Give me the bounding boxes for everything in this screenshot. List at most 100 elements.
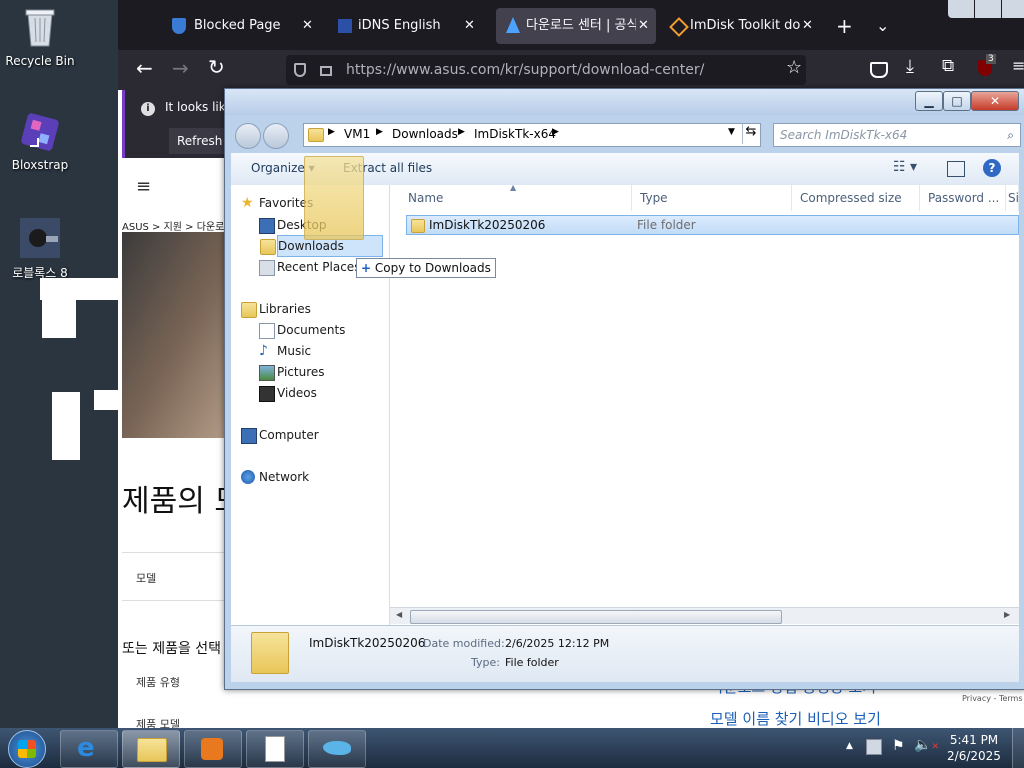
nav-computer[interactable]: Computer (241, 425, 319, 445)
network-tray-icon[interactable] (866, 739, 882, 755)
bookmark-star-icon[interactable]: ☆ (786, 57, 802, 78)
close-icon[interactable]: ✕ (802, 8, 813, 44)
document-icon (265, 736, 285, 762)
taskbar-app-button[interactable] (308, 730, 366, 768)
address-bar[interactable]: ▶ VM1 ▶ Downloads ▶ ImDiskTk-x64 ▶ ▼ ⇆ (303, 123, 761, 147)
extensions-icon[interactable]: ⧉ (942, 56, 954, 76)
tab-idns-english[interactable]: iDNS English ✕ (334, 8, 484, 44)
tab-label: iDNS English (358, 18, 441, 33)
minimize-button[interactable] (948, 0, 974, 18)
organize-label: Organize (251, 161, 305, 175)
tab-blocked-page[interactable]: Blocked Page ✕ (168, 8, 318, 44)
hamburger-icon[interactable]: ≡ (136, 176, 151, 197)
nav-libraries[interactable]: Libraries (241, 299, 311, 319)
desktop-icon-label: Recycle Bin (5, 54, 75, 68)
refresh-icon[interactable]: ⇆ (742, 124, 759, 144)
title-bar[interactable]: ▁ □ ✕ (225, 89, 1024, 115)
nav-videos[interactable]: Videos (259, 383, 317, 403)
search-input[interactable]: Search ImDiskTk-x64 ⌕ (773, 123, 1021, 147)
show-desktop-button[interactable] (1012, 728, 1024, 768)
find-model-link[interactable]: 모델 이름 찾기 비디오 보기 (710, 708, 881, 729)
sort-arrow-icon: ▲ (510, 183, 517, 192)
column-header-size[interactable]: Si (1000, 185, 1019, 211)
close-icon[interactable]: ✕ (464, 8, 475, 44)
volume-muted-icon[interactable]: 🔈✕ (914, 737, 939, 753)
row-name: ImDiskTk20250206 (429, 218, 546, 232)
nav-pictures[interactable]: Pictures (259, 362, 325, 382)
horizontal-scrollbar[interactable]: ◀ ▶ (390, 607, 1019, 624)
close-button[interactable]: ✕ (971, 91, 1019, 111)
forward-button[interactable] (263, 123, 289, 149)
tab-download-center[interactable]: 다운로드 센터 | 공식 ✕ (496, 8, 656, 44)
internet-explorer-icon: e (77, 733, 95, 763)
nav-label: Libraries (259, 302, 311, 316)
flag-icon[interactable]: ⚑ (892, 738, 905, 754)
close-button[interactable] (1002, 0, 1024, 18)
address-segment[interactable]: ImDiskTk-x64 (474, 127, 556, 141)
new-tab-button[interactable]: + (836, 8, 856, 44)
tab-list-button[interactable]: ⌄ (876, 8, 896, 44)
desktop-icon-roblox[interactable]: 로블록스 8 (0, 216, 80, 281)
nav-music[interactable]: ♪ Music (259, 341, 311, 361)
maximize-button[interactable]: □ (943, 91, 971, 111)
diamond-icon (669, 17, 689, 37)
recaptcha-privacy[interactable]: Privacy - Terms (962, 694, 1023, 703)
address-segment[interactable]: Downloads (392, 127, 458, 141)
folder-icon (411, 219, 425, 233)
scroll-left-icon[interactable]: ◀ (396, 610, 402, 619)
tab-imdisk-toolkit[interactable]: ImDisk Toolkit downl ✕ (662, 8, 822, 44)
hero-image (122, 232, 226, 438)
preview-pane-icon[interactable] (947, 161, 965, 177)
recent-places-icon (259, 260, 275, 276)
clock[interactable]: 5:41 PM 2/6/2025 (944, 732, 1004, 764)
taskbar-ie-button[interactable]: e (60, 730, 118, 768)
table-row[interactable]: ImDiskTk20250206 File folder (406, 215, 1019, 235)
reload-icon[interactable]: ↻ (208, 55, 225, 79)
download-icon[interactable]: ⤓ (906, 56, 914, 77)
desktop-icon-recycle-bin[interactable]: Recycle Bin (0, 6, 80, 68)
scrollbar-thumb[interactable] (410, 610, 782, 624)
minimize-button[interactable]: ▁ (915, 91, 943, 111)
scroll-right-icon[interactable]: ▶ (1004, 610, 1010, 619)
search-icon: ⌕ (1007, 128, 1014, 142)
idns-icon (338, 19, 352, 33)
address-segment[interactable]: VM1 (344, 127, 370, 141)
forward-icon[interactable]: → (172, 56, 189, 80)
column-header-type[interactable]: Type (632, 185, 792, 211)
pocket-icon[interactable] (870, 62, 888, 78)
drag-tooltip-text: Copy to Downloads (374, 261, 491, 275)
divider (122, 600, 226, 601)
views-icon[interactable]: ☷ ▾ (893, 159, 917, 175)
tab-label: ImDisk Toolkit downl (690, 18, 800, 33)
help-icon[interactable]: ? (983, 159, 1001, 177)
menu-icon[interactable]: ≡ (1012, 56, 1024, 75)
breadcrumb-separator: ▶ (328, 127, 335, 137)
maximize-button[interactable] (975, 0, 1001, 18)
nav-network[interactable]: Network (241, 467, 309, 487)
start-button[interactable] (8, 730, 46, 768)
taskbar-explorer-button[interactable] (122, 730, 180, 768)
column-header-password[interactable]: Password ... (920, 185, 1006, 211)
taskbar-media-button[interactable] (184, 730, 242, 768)
show-hidden-icons[interactable]: ▲ (846, 741, 853, 751)
nav-documents[interactable]: Documents (259, 320, 345, 340)
folder-icon (308, 128, 324, 142)
column-header-compressed-size[interactable]: Compressed size (792, 185, 920, 211)
close-icon[interactable]: ✕ (638, 8, 649, 44)
or-select-text: 또는 제품을 선택 (122, 641, 222, 657)
folder-large-icon (251, 632, 289, 674)
details-date-value: 2/6/2025 12:12 PM (505, 637, 610, 650)
close-icon[interactable]: ✕ (302, 8, 313, 44)
back-button[interactable] (235, 123, 261, 149)
taskbar-notepad-button[interactable] (246, 730, 304, 768)
desktop-icon-bloxstrap[interactable]: Bloxstrap (0, 110, 80, 172)
url-bar[interactable]: https://www.asus.com/kr/support/download… (286, 55, 806, 85)
nav-recent-places[interactable]: Recent Places (259, 257, 360, 277)
chevron-down-icon[interactable]: ▼ (728, 127, 735, 137)
info-icon: i (141, 102, 155, 116)
breadcrumb-separator: ▶ (552, 127, 559, 137)
tab-label: 다운로드 센터 | 공식 (526, 18, 636, 33)
back-icon[interactable]: ← (136, 56, 153, 80)
pictures-icon (259, 365, 275, 381)
nav-label: Downloads (278, 239, 344, 253)
